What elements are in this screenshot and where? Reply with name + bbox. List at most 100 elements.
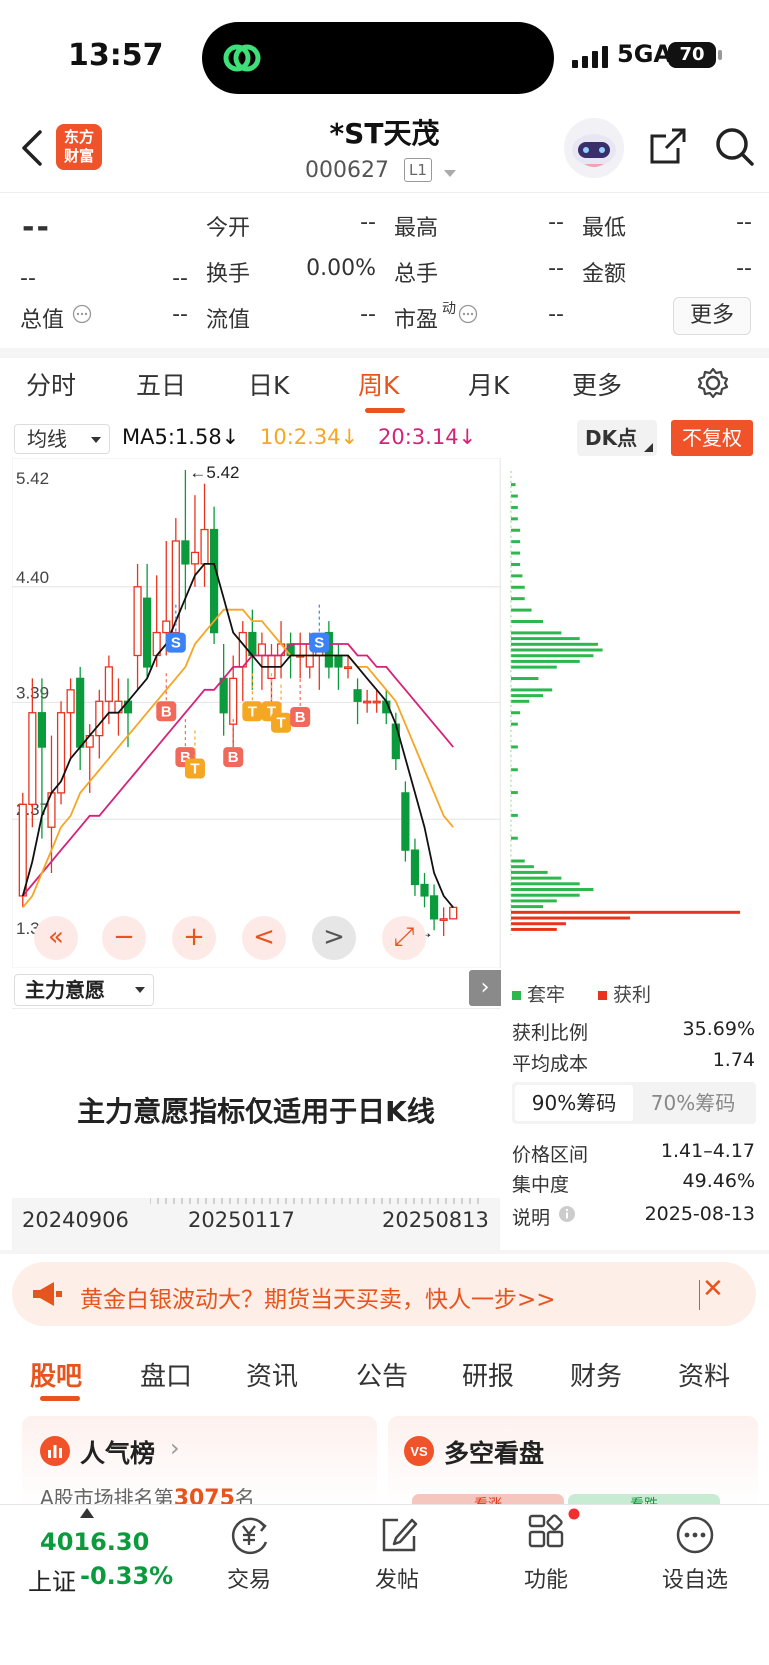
info-dots-icon[interactable] bbox=[72, 304, 92, 324]
zoom-out-icon[interactable]: − bbox=[102, 916, 146, 960]
ai-assistant-avatar[interactable] bbox=[564, 118, 624, 178]
pe-sup: 动 bbox=[442, 301, 456, 317]
expand-arrow-button[interactable]: › bbox=[469, 970, 501, 1006]
chip-bar bbox=[510, 505, 518, 509]
candle-body bbox=[143, 597, 152, 668]
chip-bar bbox=[510, 631, 562, 635]
tab-period-4[interactable]: 月K bbox=[468, 366, 509, 402]
tab-content-6[interactable]: 资料 bbox=[678, 1356, 730, 1393]
share-icon[interactable] bbox=[648, 126, 688, 166]
chip-bar bbox=[510, 677, 539, 681]
edit-post-icon[interactable] bbox=[378, 1514, 420, 1556]
chip-bar bbox=[510, 574, 523, 578]
candle-body bbox=[343, 666, 353, 670]
level-badge[interactable]: L1 bbox=[404, 158, 432, 182]
tab-content-3[interactable]: 公告 bbox=[356, 1356, 408, 1393]
svg-text:VS: VS bbox=[410, 1444, 428, 1459]
nav-post[interactable]: 发帖 bbox=[357, 1562, 437, 1594]
ma10-label: 10:2.34↓ bbox=[260, 425, 359, 449]
info-icon[interactable] bbox=[558, 1205, 576, 1223]
indicator-select[interactable]: 主力意愿 bbox=[14, 974, 154, 1006]
legend-swatch-green bbox=[512, 991, 521, 1000]
prev-icon[interactable]: < bbox=[242, 916, 286, 960]
rewind-icon[interactable]: « bbox=[34, 916, 78, 960]
battery-tip bbox=[718, 50, 722, 60]
tab-content-4[interactable]: 研报 bbox=[462, 1356, 514, 1393]
network-label: 5GA bbox=[617, 40, 672, 68]
tab-period-2[interactable]: 日K bbox=[248, 366, 289, 402]
index-value[interactable]: 4016.30 bbox=[40, 1528, 149, 1556]
avg-cost-label: 平均成本 bbox=[512, 1053, 589, 1075]
max-price-label: ←5.42 bbox=[189, 463, 239, 482]
chip-bar bbox=[510, 619, 544, 623]
kline-chart[interactable]: 5.424.403.392.371.35←5.421.35→BSBTBTTTBS bbox=[12, 458, 500, 968]
price-range-label: 价格区间 bbox=[512, 1144, 589, 1166]
tab-period-5[interactable]: 更多 bbox=[572, 366, 622, 402]
index-name[interactable]: 上证 bbox=[28, 1562, 76, 1597]
chip-bar bbox=[510, 699, 530, 703]
tab-period-0[interactable]: 分时 bbox=[26, 366, 76, 402]
functions-grid-icon[interactable] bbox=[526, 1514, 568, 1556]
close-icon[interactable]: ✕ bbox=[702, 1274, 724, 1304]
chip-bar bbox=[510, 922, 566, 926]
settings-gear-icon[interactable] bbox=[696, 366, 730, 400]
adjust-button[interactable]: 不复权 bbox=[671, 420, 753, 456]
battery-icon: 70 bbox=[668, 42, 716, 68]
next-icon[interactable]: > bbox=[312, 916, 356, 960]
tab-content-5[interactable]: 财务 bbox=[570, 1356, 622, 1393]
search-icon[interactable] bbox=[714, 126, 756, 168]
price-range-value: 1.41–4.17 bbox=[660, 1140, 755, 1162]
mktcap-value: -- bbox=[172, 302, 188, 327]
tab-70-chips[interactable]: 70%筹码 bbox=[634, 1085, 752, 1121]
change-value: -- bbox=[20, 266, 36, 291]
zoom-in-icon[interactable]: + bbox=[172, 916, 216, 960]
index-pct[interactable]: -0.33% bbox=[80, 1562, 173, 1590]
tab-90-chips[interactable]: 90%筹码 bbox=[515, 1085, 633, 1121]
chip-bar bbox=[510, 910, 741, 914]
candle-body bbox=[104, 666, 113, 702]
note-date: 2025-08-13 bbox=[644, 1203, 755, 1225]
nav-add-watchlist[interactable]: 设自选 bbox=[655, 1562, 735, 1594]
chip-bar bbox=[510, 528, 521, 532]
tab-content-1[interactable]: 盘口 bbox=[140, 1356, 192, 1393]
tab-period-1[interactable]: 五日 bbox=[136, 366, 186, 402]
ma-select[interactable]: 均线 bbox=[14, 424, 110, 454]
candle-body bbox=[429, 895, 439, 920]
banner-text[interactable]: 黄金白银波动大？期货当天买卖，快人一步>> bbox=[80, 1280, 556, 1314]
nav-functions[interactable]: 功能 bbox=[506, 1562, 586, 1594]
float-value: -- bbox=[360, 302, 376, 327]
tab-period-3[interactable]: 周K bbox=[358, 366, 399, 402]
section-gap bbox=[0, 348, 769, 358]
signal-label: S bbox=[171, 635, 181, 652]
candle-body bbox=[229, 677, 238, 725]
chip-bar bbox=[510, 694, 544, 698]
chip-distribution-chart bbox=[500, 458, 741, 968]
bar-chart-icon bbox=[40, 1436, 70, 1466]
chevron-down-icon[interactable] bbox=[444, 170, 456, 177]
high-label: 最高 bbox=[394, 216, 439, 241]
stock-code: 000627 bbox=[305, 158, 389, 183]
volume-label: 总手 bbox=[394, 262, 439, 287]
chip-bar bbox=[510, 540, 521, 544]
amount-value: -- bbox=[736, 256, 752, 281]
chip-bar bbox=[510, 791, 518, 795]
tab-content-2[interactable]: 资讯 bbox=[246, 1356, 298, 1393]
caret-up-icon[interactable] bbox=[80, 1508, 94, 1518]
chip-bar bbox=[510, 551, 521, 555]
active-tab-underline bbox=[365, 408, 405, 413]
info-dots-icon[interactable] bbox=[458, 304, 478, 324]
trade-yen-icon[interactable] bbox=[228, 1514, 272, 1556]
more-dots-icon[interactable] bbox=[674, 1514, 716, 1556]
open-label: 今开 bbox=[206, 216, 251, 241]
dk-point-button[interactable]: DK点 bbox=[577, 420, 657, 456]
fullscreen-icon[interactable]: ⤢ bbox=[382, 916, 426, 960]
chip-bar bbox=[510, 637, 580, 641]
candle-body bbox=[219, 677, 228, 714]
candle-body bbox=[391, 723, 400, 760]
banner-divider bbox=[699, 1280, 700, 1310]
chip-bar bbox=[510, 585, 525, 589]
nav-trade[interactable]: 交易 bbox=[209, 1562, 289, 1594]
more-button[interactable]: 更多 bbox=[673, 297, 751, 335]
tab-content-0[interactable]: 股吧 bbox=[30, 1356, 82, 1393]
date-start: 20240906 bbox=[22, 1208, 129, 1232]
